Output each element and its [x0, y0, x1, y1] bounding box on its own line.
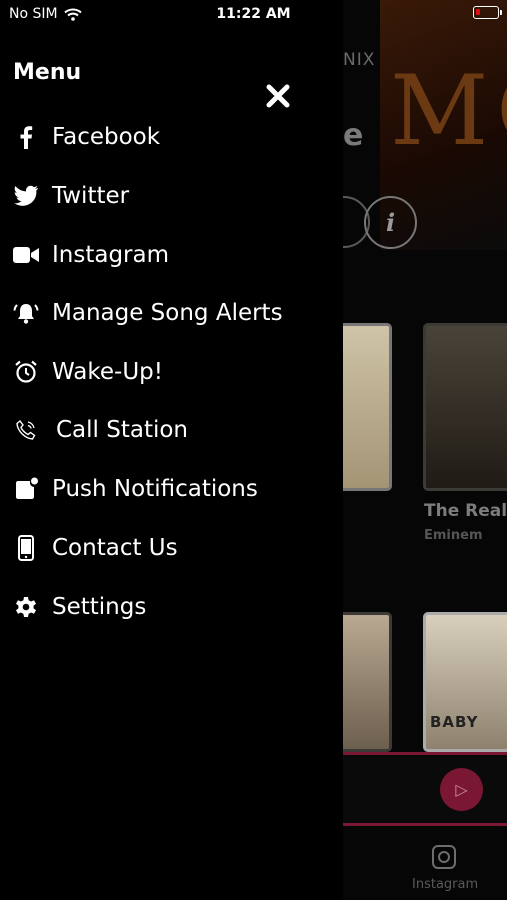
menu-item-settings[interactable]: Settings	[0, 578, 343, 636]
header-fragment: NIX	[343, 50, 376, 70]
side-drawer: Menu Facebook Twitter Instagram Manage S…	[0, 0, 343, 900]
song-title: The Real	[424, 501, 507, 521]
play-icon: ▷	[440, 768, 483, 811]
album-art	[423, 323, 507, 491]
menu-item-label: Wake-Up!	[52, 359, 163, 385]
info-button: i	[364, 196, 417, 249]
battery-icon	[473, 6, 502, 19]
menu-item-label: Instagram	[52, 242, 170, 268]
song-artist: Eminem	[424, 528, 483, 543]
gear-icon	[13, 594, 39, 620]
alarm-clock-icon	[13, 359, 39, 385]
menu-item-label: Facebook	[52, 124, 161, 150]
menu-item-label: Manage Song Alerts	[52, 300, 283, 326]
twitter-icon	[13, 183, 39, 209]
title-fragment: e	[343, 118, 364, 153]
video-camera-icon	[13, 242, 39, 268]
tab-label-instagram: Instagram	[412, 877, 479, 892]
menu-item-label: Push Notifications	[52, 476, 258, 502]
facebook-icon	[13, 124, 39, 150]
menu-item-contact-us[interactable]: Contact Us	[0, 519, 343, 577]
album-art: BABY	[423, 612, 507, 752]
mobile-phone-icon	[13, 535, 39, 561]
status-bar: No SIM 11:22 AM	[0, 0, 507, 28]
status-time: 11:22 AM	[216, 6, 291, 22]
menu-item-call-station[interactable]: Call Station	[0, 401, 343, 459]
phone-icon	[13, 417, 39, 443]
menu-item-label: Contact Us	[52, 535, 178, 561]
menu-item-facebook[interactable]: Facebook	[0, 108, 343, 166]
menu-title: Menu	[13, 60, 82, 85]
menu-item-instagram[interactable]: Instagram	[0, 226, 343, 284]
alarm-bell-icon	[13, 300, 39, 326]
menu-item-push-notifications[interactable]: Push Notifications	[0, 460, 343, 518]
menu-item-label: Call Station	[56, 417, 189, 443]
instagram-icon	[432, 845, 456, 869]
menu-item-twitter[interactable]: Twitter	[0, 167, 343, 225]
menu-item-wake-up[interactable]: Wake-Up!	[0, 343, 343, 401]
menu-item-manage-song-alerts[interactable]: Manage Song Alerts	[0, 284, 343, 342]
notification-badge-icon	[13, 476, 39, 502]
menu-item-label: Settings	[52, 594, 147, 620]
menu-item-label: Twitter	[52, 183, 130, 209]
album-art-text: BABY	[430, 713, 479, 731]
